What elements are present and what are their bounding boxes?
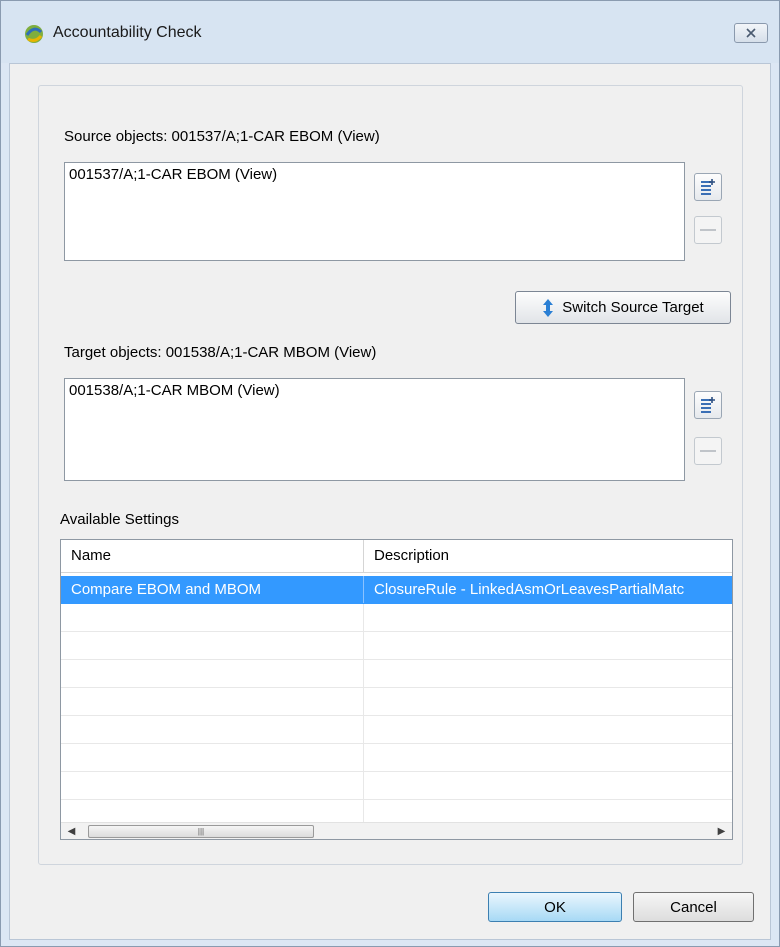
source-objects-list[interactable]: 001537/A;1-CAR EBOM (View) bbox=[64, 162, 685, 261]
empty-cell bbox=[363, 604, 732, 631]
empty-cell bbox=[363, 632, 732, 659]
remove-target-button[interactable] bbox=[694, 437, 722, 465]
empty-cell bbox=[363, 660, 732, 687]
empty-cell bbox=[363, 800, 732, 822]
available-settings-label: Available Settings bbox=[60, 511, 179, 528]
table-row-empty bbox=[61, 632, 732, 660]
table-row-empty bbox=[61, 688, 732, 716]
column-header-name[interactable]: Name bbox=[61, 540, 363, 572]
column-header-description[interactable]: Description bbox=[363, 540, 732, 572]
close-button[interactable] bbox=[734, 23, 768, 43]
switch-button-label: Switch Source Target bbox=[562, 299, 704, 316]
add-list-icon bbox=[701, 397, 715, 413]
horizontal-scrollbar[interactable]: ◀ ||| ▶ bbox=[61, 822, 732, 839]
cancel-button[interactable]: Cancel bbox=[633, 892, 754, 922]
cell-description: ClosureRule - LinkedAsmOrLeavesPartialMa… bbox=[363, 576, 732, 603]
remove-icon bbox=[700, 229, 716, 231]
ok-button[interactable]: OK bbox=[488, 892, 622, 922]
add-target-button[interactable] bbox=[694, 391, 722, 419]
switch-source-target-button[interactable]: Switch Source Target bbox=[515, 291, 731, 324]
app-logo-icon bbox=[23, 23, 45, 45]
scroll-right-arrow-icon[interactable]: ▶ bbox=[713, 823, 730, 839]
add-list-icon bbox=[701, 179, 715, 195]
close-icon bbox=[746, 28, 756, 38]
table-row-empty bbox=[61, 716, 732, 744]
table-row[interactable]: Compare EBOM and MBOM ClosureRule - Link… bbox=[61, 576, 732, 604]
scroll-left-arrow-icon[interactable]: ◀ bbox=[63, 823, 80, 839]
target-list-item[interactable]: 001538/A;1-CAR MBOM (View) bbox=[69, 382, 680, 399]
add-source-button[interactable] bbox=[694, 173, 722, 201]
table-row-empty bbox=[61, 800, 732, 822]
target-objects-label: Target objects: 001538/A;1-CAR MBOM (Vie… bbox=[64, 344, 377, 361]
empty-cell bbox=[363, 772, 732, 799]
table-row-empty bbox=[61, 744, 732, 772]
table-row-empty bbox=[61, 772, 732, 800]
title-bar: Accountability Check bbox=[1, 1, 779, 63]
window-title: Accountability Check bbox=[53, 24, 202, 41]
settings-table[interactable]: Name Description Compare EBOM and MBOM C… bbox=[60, 539, 733, 840]
empty-cell bbox=[363, 716, 732, 743]
source-list-item[interactable]: 001537/A;1-CAR EBOM (View) bbox=[69, 166, 680, 183]
empty-cell bbox=[363, 744, 732, 771]
source-objects-label: Source objects: 001537/A;1-CAR EBOM (Vie… bbox=[64, 128, 380, 145]
scrollbar-thumb[interactable]: ||| bbox=[88, 825, 314, 838]
remove-icon bbox=[700, 450, 716, 452]
table-row-empty bbox=[61, 660, 732, 688]
table-header: Name Description bbox=[61, 540, 732, 573]
dialog-window: Accountability Check Source objects: 001… bbox=[0, 0, 780, 947]
remove-source-button[interactable] bbox=[694, 216, 722, 244]
target-objects-list[interactable]: 001538/A;1-CAR MBOM (View) bbox=[64, 378, 685, 481]
table-row-empty bbox=[61, 604, 732, 632]
switch-arrows-icon bbox=[543, 298, 554, 317]
cell-name: Compare EBOM and MBOM bbox=[71, 581, 262, 598]
empty-cell bbox=[363, 688, 732, 715]
